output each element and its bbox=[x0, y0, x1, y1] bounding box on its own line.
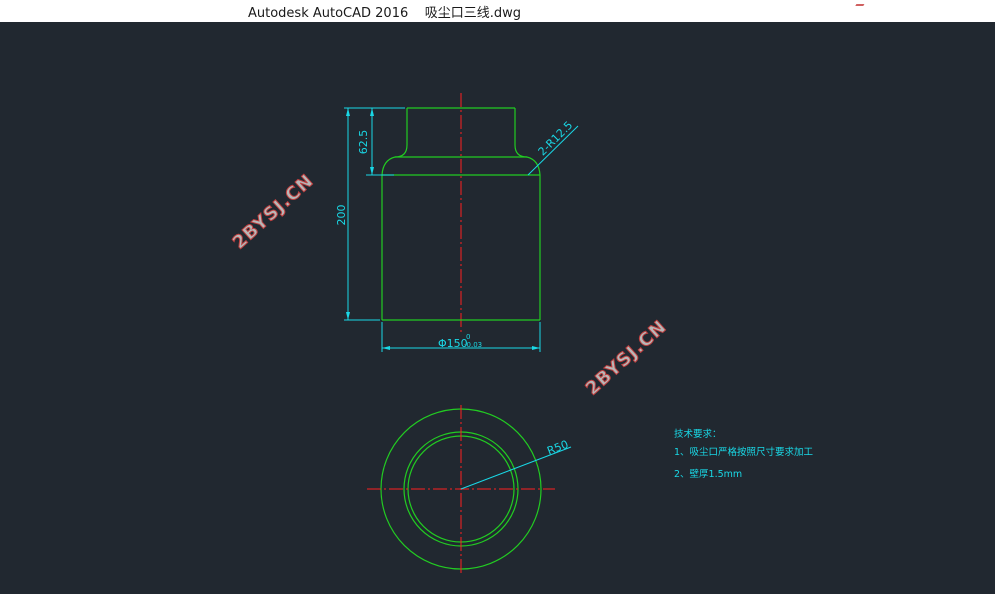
window-title: Autodesk AutoCAD 2016 吸尘口三线.dwg bbox=[248, 6, 522, 21]
body-right-shoulder bbox=[526, 156, 541, 176]
watermark: 2BYSJ.CN bbox=[582, 316, 671, 399]
front-dim-arrows bbox=[346, 108, 540, 350]
fillet-right bbox=[514, 144, 528, 158]
notes-heading: 技术要求： bbox=[674, 428, 722, 440]
dim-tol-upper: 0 bbox=[466, 333, 470, 341]
dim-neck-height: 62.5 bbox=[357, 130, 370, 155]
body-left-shoulder bbox=[381, 156, 396, 176]
title-bar: Autodesk AutoCAD 2016 吸尘口三线.dwg bbox=[0, 0, 995, 22]
notes-line1: 1、吸尘口严格按照尺寸要求加工 bbox=[674, 446, 814, 458]
watermark: 2BYSJ.CN bbox=[229, 170, 318, 253]
dim-fillet: 2-R12.5 bbox=[536, 119, 576, 159]
drawing-svg: 62.5 200 2-R12.5 Φ150 0 -0.03 R50 技术要求： … bbox=[228, 93, 814, 576]
drawing-canvas[interactable]: 62.5 200 2-R12.5 Φ150 0 -0.03 R50 技术要求： … bbox=[0, 22, 995, 594]
dim-radius: R50 bbox=[545, 438, 570, 458]
dim-tol-lower: -0.03 bbox=[464, 341, 482, 349]
fillet-left bbox=[394, 144, 408, 158]
dim-total-height: 200 bbox=[335, 205, 348, 226]
title-decoration bbox=[855, 0, 867, 6]
top-centerlines bbox=[367, 405, 555, 576]
notes-line2: 2、壁厚1.5mm bbox=[674, 468, 742, 480]
